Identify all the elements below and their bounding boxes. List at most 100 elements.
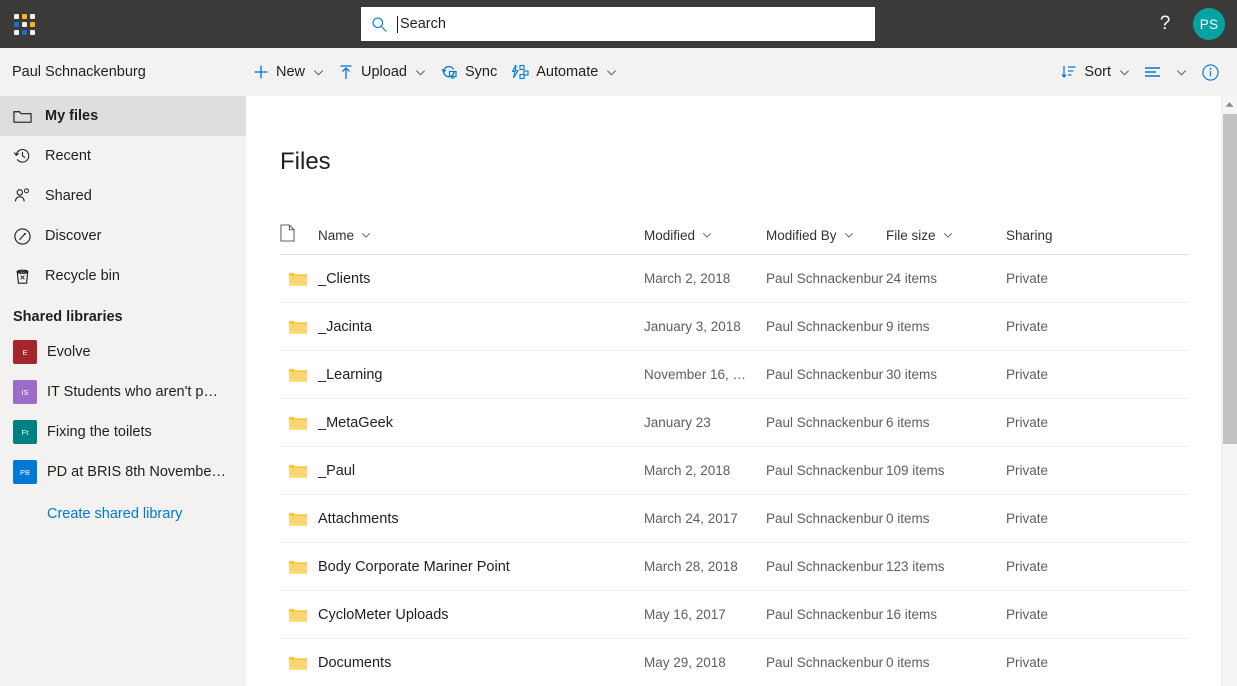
sidebar-item-my-files[interactable]: My files [0, 96, 246, 136]
sidebar-item-discover[interactable]: Discover [0, 216, 246, 256]
row-icon-cell [280, 318, 318, 335]
modified-date: January 3, 2018 [644, 318, 741, 334]
row-name-cell[interactable]: Body Corporate Mariner Point [318, 559, 644, 575]
suite-header: ? PS [0, 0, 1237, 48]
new-button[interactable]: New [246, 52, 331, 92]
file-name: _Learning [318, 366, 383, 383]
table-row[interactable]: _Learning November 16, … Paul Schnackenbur… [280, 351, 1189, 399]
create-shared-library-link[interactable]: Create shared library [0, 506, 246, 522]
row-modified-cell: November 16, … [644, 366, 766, 384]
modified-by: Paul Schnackenbur [766, 366, 884, 382]
table-row[interactable]: _Clients March 2, 2018 Paul Schnackenbur 24… [280, 255, 1189, 303]
row-sharing-cell[interactable]: Private [1006, 270, 1126, 288]
vertical-scrollbar[interactable] [1221, 96, 1237, 686]
row-name-cell[interactable]: _Paul [318, 463, 644, 479]
row-icon-cell [280, 462, 318, 479]
view-options-button[interactable] [1137, 52, 1194, 92]
library-item-it-students[interactable]: IS IT Students who aren't p… [0, 372, 246, 412]
row-icon-cell [280, 558, 318, 575]
table-row[interactable]: Attachments March 24, 2017 Paul Schnackenb… [280, 495, 1189, 543]
column-header-sharing[interactable]: Sharing [1006, 228, 1126, 243]
column-header-name[interactable]: Name [318, 228, 644, 243]
new-label: New [276, 64, 306, 80]
automate-button[interactable]: Automate [504, 52, 624, 92]
modified-by: Paul Schnackenbur [766, 510, 884, 526]
row-name-cell[interactable]: _MetaGeek [318, 415, 644, 431]
details-info-button[interactable] [1194, 52, 1227, 92]
table-row[interactable]: _MetaGeek January 23 Paul Schnackenbur 6 it… [280, 399, 1189, 447]
table-row[interactable]: CycloMeter Uploads May 16, 2017 Paul Schna… [280, 591, 1189, 639]
file-name: _Paul [318, 462, 356, 479]
row-sharing-cell[interactable]: Private [1006, 606, 1126, 624]
row-modified-cell: March 24, 2017 [644, 510, 766, 528]
library-item-evolve[interactable]: E Evolve [0, 332, 246, 372]
row-sharing-cell[interactable]: Private [1006, 462, 1126, 480]
row-sharing-cell[interactable]: Private [1006, 654, 1126, 672]
modified-by: Paul Schnackenbur [766, 414, 884, 430]
modified-date: March 24, 2017 [644, 510, 738, 526]
chevron-down-icon [415, 67, 426, 78]
modified-by: Paul Schnackenbur [766, 270, 884, 286]
sidebar-item-shared[interactable]: Shared [0, 176, 246, 216]
row-name-cell[interactable]: _Jacinta [318, 319, 644, 335]
row-icon-cell [280, 654, 318, 671]
table-row[interactable]: Documents May 29, 2018 Paul Schnackenbur 0 … [280, 639, 1189, 686]
table-row[interactable]: _Paul March 2, 2018 Paul Schnackenbur 109 i… [280, 447, 1189, 495]
column-header-file-size[interactable]: File size [886, 228, 1006, 243]
row-name-cell[interactable]: _Clients [318, 271, 644, 287]
library-item-fixing-the-toilets[interactable]: Ft Fixing the toilets [0, 412, 246, 452]
file-name: CycloMeter Uploads [318, 606, 449, 623]
search-box[interactable] [361, 7, 875, 41]
column-header-modified-by[interactable]: Modified By [766, 228, 886, 243]
chevron-down-icon [606, 67, 617, 78]
row-sharing-cell[interactable]: Private [1006, 318, 1126, 336]
row-sharing-cell[interactable]: Private [1006, 558, 1126, 576]
library-item-pd-at-bris[interactable]: PB PD at BRIS 8th Novembe… [0, 452, 246, 492]
scroll-up-arrow-icon[interactable] [1222, 96, 1237, 113]
sharing-status: Private [1006, 366, 1049, 382]
table-row[interactable]: Body Corporate Mariner Point March 28, 20… [280, 543, 1189, 591]
library-tile-icon: IS [13, 380, 37, 404]
row-icon-cell [280, 510, 318, 527]
row-name-cell[interactable]: CycloMeter Uploads [318, 607, 644, 623]
row-name-cell[interactable]: Documents [318, 655, 644, 671]
row-size-cell: 16 items [886, 606, 1006, 624]
sync-button[interactable]: Sync [433, 52, 504, 92]
column-label: Sharing [1006, 227, 1053, 243]
row-size-cell: 123 items [886, 558, 1006, 576]
row-modified-by-cell: Paul Schnackenbur [766, 654, 886, 672]
column-header-icon[interactable] [280, 224, 318, 247]
modified-date: March 2, 2018 [644, 462, 731, 478]
folder-icon [288, 366, 308, 383]
row-sharing-cell[interactable]: Private [1006, 510, 1126, 528]
sort-button[interactable]: Sort [1054, 52, 1137, 92]
automate-label: Automate [536, 64, 599, 80]
modified-by: Paul Schnackenbur [766, 318, 884, 334]
app-launcher-icon[interactable] [0, 0, 48, 48]
modified-by: Paul Schnackenbur [766, 462, 884, 478]
help-icon[interactable]: ? [1143, 0, 1187, 48]
column-label: Name [318, 227, 355, 243]
scrollbar-thumb[interactable] [1223, 114, 1237, 444]
avatar[interactable]: PS [1193, 8, 1225, 40]
row-sharing-cell[interactable]: Private [1006, 366, 1126, 384]
folder-icon [288, 462, 308, 479]
upload-button[interactable]: Upload [331, 52, 433, 92]
sharing-status: Private [1006, 558, 1049, 574]
chevron-down-icon [844, 230, 854, 240]
row-name-cell[interactable]: _Learning [318, 367, 644, 383]
row-sharing-cell[interactable]: Private [1006, 414, 1126, 432]
search-input[interactable] [400, 16, 865, 32]
upload-label: Upload [361, 64, 407, 80]
sidebar-item-recycle-bin[interactable]: Recycle bin [0, 256, 246, 296]
main-content: Files Name Modified Modified By File siz… [246, 96, 1221, 686]
sidebar-item-recent[interactable]: Recent [0, 136, 246, 176]
folder-icon [288, 510, 308, 527]
row-name-cell[interactable]: Attachments [318, 511, 644, 527]
column-header-modified[interactable]: Modified [644, 228, 766, 243]
table-row[interactable]: _Jacinta January 3, 2018 Paul Schnackenbur… [280, 303, 1189, 351]
library-label: Evolve [47, 344, 91, 360]
sharing-status: Private [1006, 414, 1049, 430]
page-title: Files [280, 148, 331, 175]
row-modified-cell: May 29, 2018 [644, 654, 766, 672]
